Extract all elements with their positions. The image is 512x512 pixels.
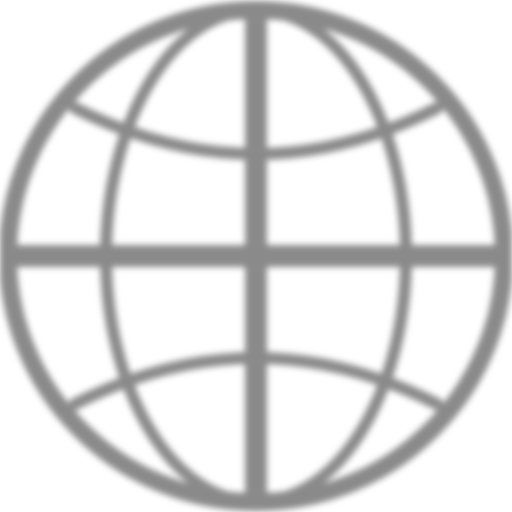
globe-icon <box>0 1 512 511</box>
icon-canvas <box>0 0 512 512</box>
